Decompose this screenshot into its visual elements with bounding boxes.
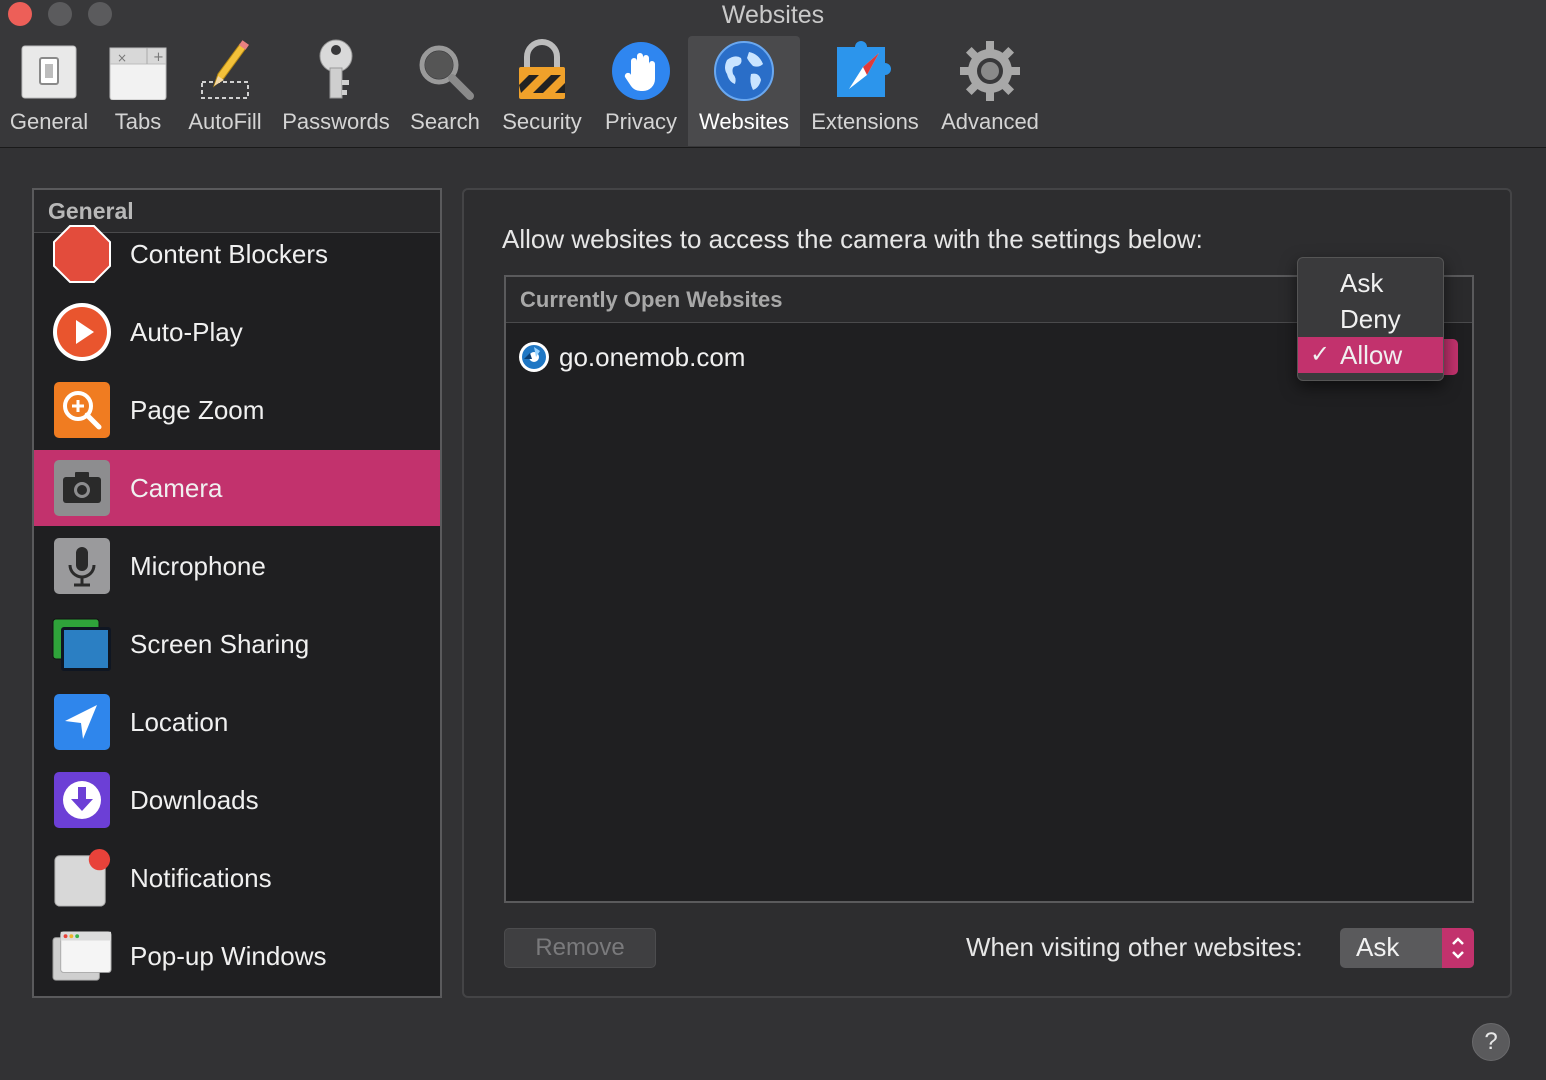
sidebar-item-content-blockers[interactable]: Content Blockers xyxy=(34,216,440,292)
sidebar-item-auto-play[interactable]: Auto-Play xyxy=(34,294,440,370)
sidebar-item-screen-sharing[interactable]: Screen Sharing xyxy=(34,606,440,682)
sidebar: General Content Blockers Auto-Play Page … xyxy=(32,188,442,998)
window-title: Websites xyxy=(721,1,825,29)
help-button[interactable]: ? xyxy=(1472,1023,1510,1061)
globe-icon xyxy=(711,36,777,106)
popup-window-icon xyxy=(52,926,112,986)
tab-search[interactable]: Search xyxy=(408,36,482,146)
site-name: go.onemob.com xyxy=(559,341,746,372)
camera-icon xyxy=(52,458,112,518)
sidebar-item-pop-up-windows[interactable]: Pop-up Windows xyxy=(34,918,440,994)
tab-websites[interactable]: Websites xyxy=(688,36,800,146)
sidebar-item-camera[interactable]: Camera xyxy=(34,450,440,526)
checkmark-icon: ✓ xyxy=(1310,341,1331,368)
other-websites-value: Ask xyxy=(1356,932,1400,962)
tabs-icon: × + xyxy=(105,36,171,106)
menu-item-allow[interactable]: ✓ Allow xyxy=(1298,337,1443,373)
tab-tabs[interactable]: × + Tabs xyxy=(106,36,170,146)
remove-button[interactable]: Remove xyxy=(504,928,656,968)
pencil-icon xyxy=(192,36,258,106)
other-websites-select[interactable]: Ask xyxy=(1340,928,1474,968)
svg-text:×: × xyxy=(117,51,127,65)
tab-passwords[interactable]: Passwords xyxy=(280,36,392,146)
other-websites-label: When visiting other websites: xyxy=(966,932,1303,962)
sidebar-item-downloads[interactable]: Downloads xyxy=(34,762,440,838)
chevron-up-down-icon xyxy=(1442,928,1474,968)
microphone-icon xyxy=(52,536,112,596)
key-icon xyxy=(303,36,369,106)
menu-item-deny[interactable]: Deny xyxy=(1298,301,1443,337)
menu-item-ask[interactable]: Ask xyxy=(1298,265,1443,301)
location-arrow-icon xyxy=(52,692,112,752)
screen-sharing-icon xyxy=(52,614,112,674)
tab-autofill[interactable]: AutoFill xyxy=(186,36,264,146)
svg-text:+: + xyxy=(153,50,164,65)
site-favicon-icon xyxy=(519,342,549,372)
sidebar-item-microphone[interactable]: Microphone xyxy=(34,528,440,604)
sidebar-item-notifications[interactable]: Notifications xyxy=(34,840,440,916)
sidebar-item-page-zoom[interactable]: Page Zoom xyxy=(34,372,440,448)
setting-dropdown-menu: Ask Deny ✓ Allow xyxy=(1297,257,1444,381)
download-icon xyxy=(52,770,112,830)
play-icon xyxy=(52,302,112,362)
tab-general[interactable]: General xyxy=(8,36,90,146)
tab-security[interactable]: Security xyxy=(498,36,586,146)
toolbar: Websites General × + Tabs AutoFill Passwo… xyxy=(0,0,1546,148)
pane-description: Allow websites to access the camera with… xyxy=(502,224,1203,254)
tab-privacy[interactable]: Privacy xyxy=(602,36,680,146)
notification-icon xyxy=(52,848,112,908)
lock-icon xyxy=(509,36,575,106)
tab-advanced[interactable]: Advanced xyxy=(938,36,1042,146)
gear-icon xyxy=(957,36,1023,106)
zoom-icon xyxy=(52,380,112,440)
sidebar-item-location[interactable]: Location xyxy=(34,684,440,760)
magnifier-icon xyxy=(412,36,478,106)
stop-sign-icon xyxy=(52,224,112,284)
hand-icon xyxy=(608,36,674,106)
tab-extensions[interactable]: Extensions xyxy=(808,36,922,146)
switch-icon xyxy=(16,36,82,106)
puzzle-icon xyxy=(832,36,898,106)
